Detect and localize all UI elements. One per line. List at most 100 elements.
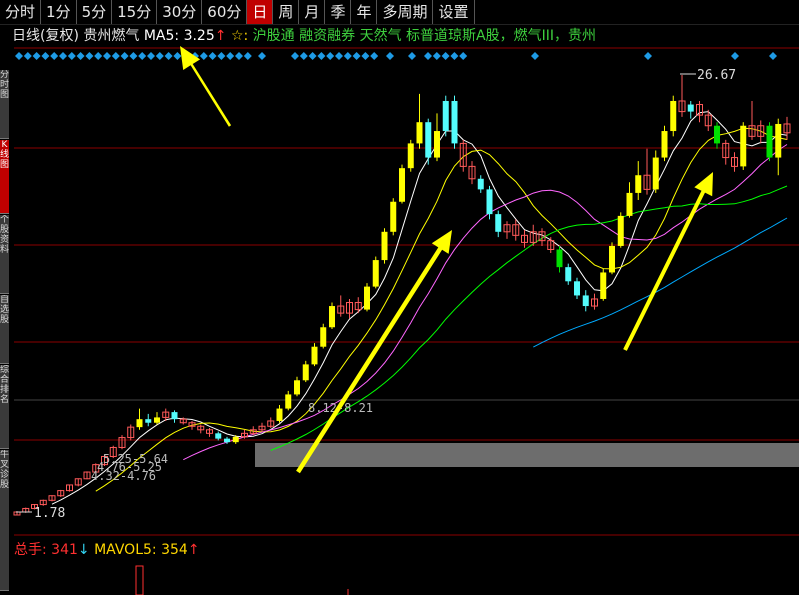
- candle[interactable]: [171, 410, 178, 423]
- candle[interactable]: [687, 100, 694, 119]
- candle[interactable]: [643, 148, 651, 195]
- candle-body: [775, 123, 782, 158]
- candle[interactable]: [188, 420, 196, 430]
- candle[interactable]: [591, 293, 598, 310]
- candle[interactable]: [617, 212, 624, 248]
- candle[interactable]: [145, 413, 152, 427]
- kline-chart[interactable]: 26.671.788.12-8.215.25-5.644.76-5.254.32…: [0, 0, 799, 595]
- candle[interactable]: [48, 495, 56, 502]
- candle[interactable]: [407, 139, 414, 172]
- candle[interactable]: [320, 323, 327, 349]
- candle[interactable]: [136, 408, 143, 430]
- period-button-7[interactable]: 周: [273, 0, 300, 24]
- period-button-0[interactable]: 分时: [0, 0, 42, 24]
- candle[interactable]: [783, 116, 791, 140]
- candle[interactable]: [354, 297, 362, 314]
- candle[interactable]: [294, 376, 300, 397]
- candle[interactable]: [83, 471, 91, 480]
- candle[interactable]: [258, 422, 266, 432]
- candle[interactable]: [197, 424, 205, 434]
- candle[interactable]: [66, 484, 73, 492]
- candle[interactable]: [154, 412, 160, 425]
- candle-body: [635, 175, 642, 193]
- candle[interactable]: [364, 283, 370, 312]
- period-button-6[interactable]: 日: [247, 0, 274, 24]
- side-tab-5[interactable]: 牛叉诊股: [0, 450, 9, 591]
- candle[interactable]: [285, 390, 292, 411]
- side-tab-4[interactable]: 综合排名: [0, 365, 9, 449]
- candle[interactable]: [74, 478, 82, 487]
- candle[interactable]: [678, 75, 686, 117]
- candle[interactable]: [57, 489, 65, 497]
- candle[interactable]: [740, 122, 747, 170]
- period-button-2[interactable]: 5分: [77, 0, 113, 24]
- period-button-4[interactable]: 30分: [157, 0, 203, 24]
- side-tab-1[interactable]: K线图: [0, 140, 9, 214]
- candle[interactable]: [118, 435, 126, 450]
- side-tab-3[interactable]: 自选股: [0, 295, 9, 364]
- candle[interactable]: [206, 428, 213, 437]
- candle[interactable]: [574, 277, 580, 299]
- candle[interactable]: [775, 118, 782, 176]
- candle[interactable]: [468, 161, 476, 185]
- candle[interactable]: [477, 175, 484, 193]
- signal-diamond-31: [317, 52, 326, 60]
- candle[interactable]: [267, 417, 275, 429]
- period-button-9[interactable]: 季: [325, 0, 352, 24]
- candle-body: [276, 408, 283, 421]
- candle[interactable]: [346, 298, 353, 319]
- period-button-5[interactable]: 60分: [202, 0, 248, 24]
- candle[interactable]: [766, 122, 773, 162]
- candle[interactable]: [127, 424, 135, 441]
- candle[interactable]: [442, 95, 449, 137]
- candle[interactable]: [372, 256, 379, 289]
- candle[interactable]: [495, 210, 502, 238]
- side-tab-0[interactable]: 分时图: [0, 70, 9, 139]
- period-button-8[interactable]: 月: [299, 0, 326, 24]
- candle[interactable]: [215, 431, 222, 441]
- period-button-11[interactable]: 多周期: [377, 0, 434, 24]
- concept-tags[interactable]: 沪股通 融资融券 天然气 标普道琼斯A股，燃气III，贵州: [253, 28, 596, 44]
- candle[interactable]: [451, 95, 458, 149]
- candle[interactable]: [276, 405, 283, 423]
- candle[interactable]: [556, 245, 563, 273]
- candle[interactable]: [609, 242, 615, 275]
- period-button-3[interactable]: 15分: [112, 0, 158, 24]
- candle[interactable]: [661, 125, 668, 162]
- candle[interactable]: [434, 113, 440, 162]
- candle[interactable]: [503, 221, 511, 239]
- candle[interactable]: [302, 360, 309, 383]
- candle[interactable]: [529, 224, 537, 246]
- ma20-line: [183, 144, 788, 461]
- candle[interactable]: [696, 100, 703, 123]
- period-button-1[interactable]: 1分: [41, 0, 77, 24]
- candle[interactable]: [416, 93, 423, 149]
- candle-body: [294, 380, 300, 395]
- candle[interactable]: [399, 164, 405, 204]
- candle-body: [320, 327, 327, 347]
- candle[interactable]: [337, 295, 345, 317]
- candle[interactable]: [652, 150, 659, 193]
- period-button-10[interactable]: 年: [351, 0, 378, 24]
- candle[interactable]: [381, 228, 388, 264]
- period-button-12[interactable]: 设置: [433, 0, 475, 24]
- candle[interactable]: [731, 152, 738, 172]
- candle[interactable]: [582, 290, 589, 312]
- candle[interactable]: [425, 118, 432, 165]
- candle[interactable]: [635, 161, 642, 200]
- side-tab-2[interactable]: 个股资料: [0, 215, 9, 294]
- candle[interactable]: [565, 263, 572, 285]
- candle[interactable]: [329, 302, 335, 330]
- chart-type-label[interactable]: 日线(复权): [12, 28, 79, 44]
- candle[interactable]: [714, 122, 720, 149]
- candle[interactable]: [722, 139, 730, 165]
- candle[interactable]: [670, 95, 677, 137]
- candle[interactable]: [39, 499, 47, 506]
- candle[interactable]: [748, 100, 756, 140]
- candle[interactable]: [241, 429, 248, 439]
- candle[interactable]: [600, 268, 607, 301]
- candle[interactable]: [626, 182, 633, 218]
- candle[interactable]: [390, 198, 397, 236]
- candle[interactable]: [311, 343, 318, 367]
- candle[interactable]: [512, 219, 520, 241]
